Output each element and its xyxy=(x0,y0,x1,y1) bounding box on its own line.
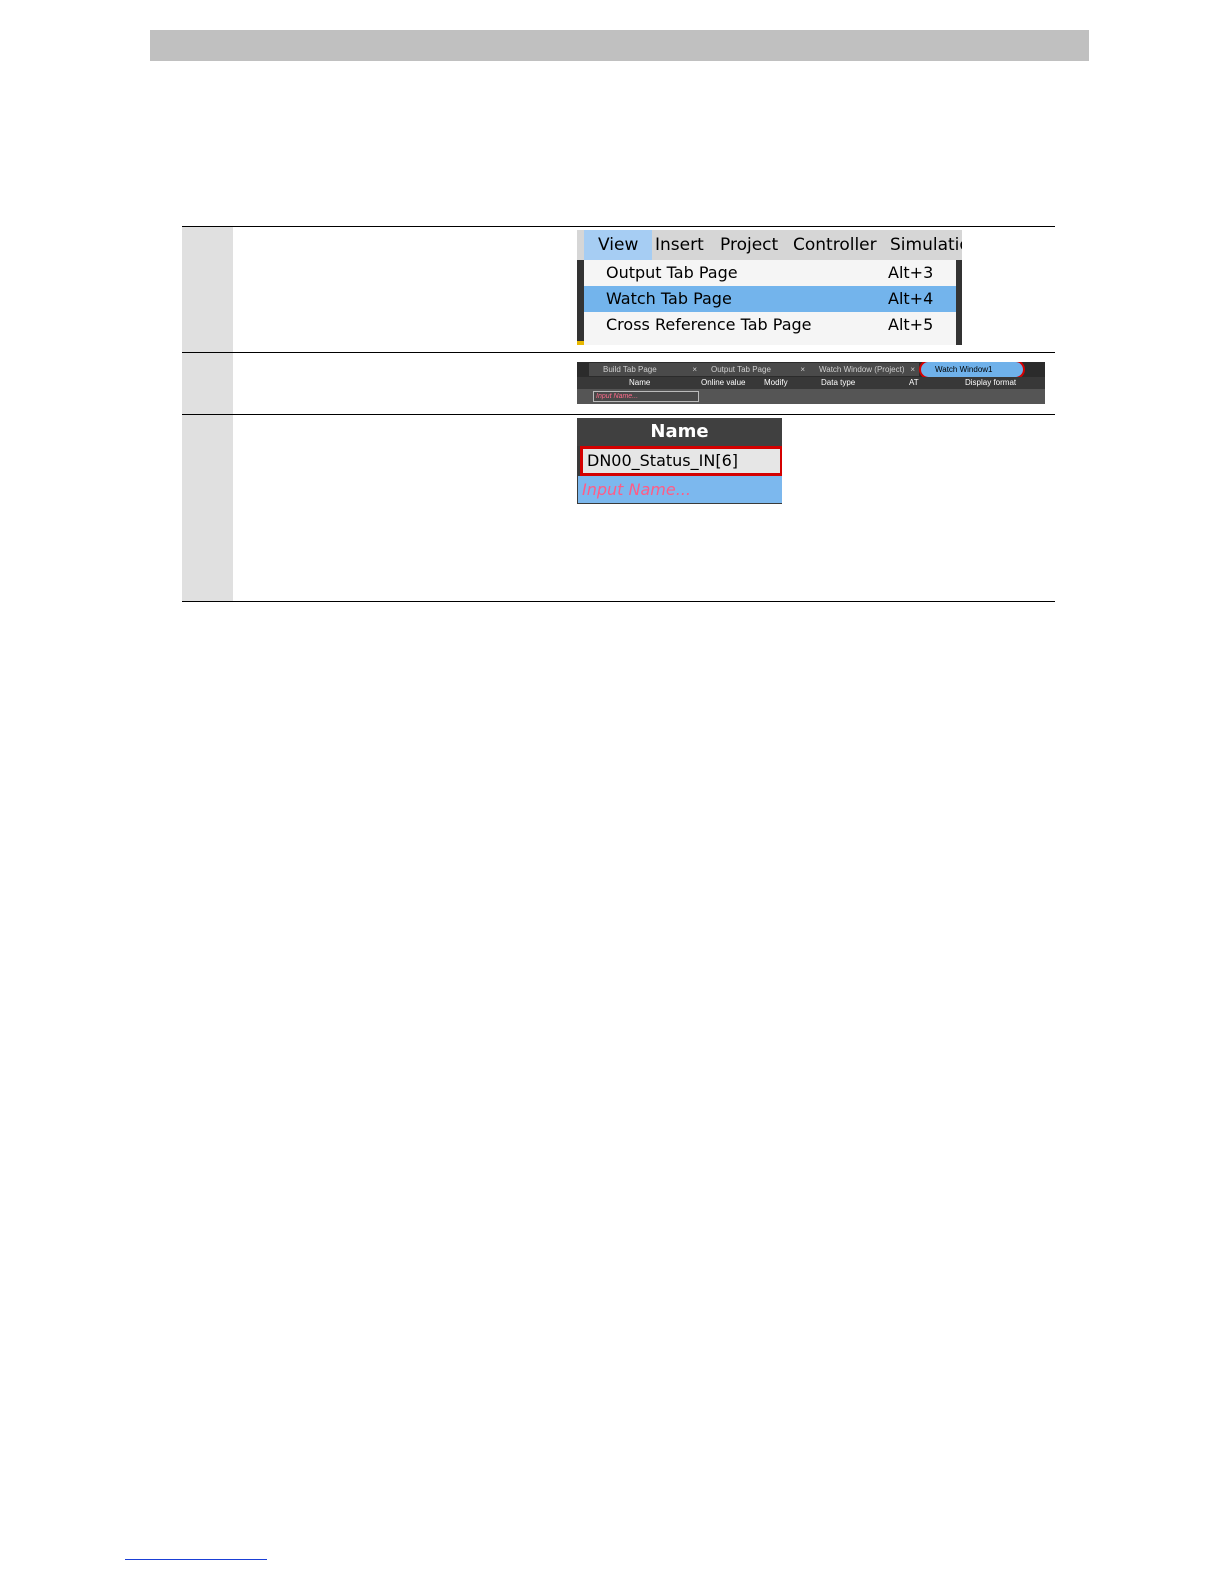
tab-label: Output Tab Page xyxy=(711,365,771,374)
tab-label: Watch Window1 xyxy=(935,365,993,374)
menu-item-shortcut: Alt+5 xyxy=(888,315,934,334)
tab-build[interactable]: Build Tab Page × xyxy=(589,363,701,376)
close-icon[interactable]: × xyxy=(910,363,915,376)
step-number-cell xyxy=(182,353,233,414)
menu-item-label: Cross Reference Tab Page xyxy=(606,315,812,334)
window-edge-accent xyxy=(577,341,584,345)
menu-item-watch-tab-page[interactable]: Watch Tab Page Alt+4 xyxy=(584,286,956,312)
menu-item-label: Output Tab Page xyxy=(606,263,738,282)
view-dropdown: Output Tab Page Alt+3 Watch Tab Page Alt… xyxy=(584,260,956,345)
column-data-type[interactable]: Data type xyxy=(821,378,855,387)
footer-link-underline xyxy=(125,1559,267,1560)
column-modify[interactable]: Modify xyxy=(764,378,788,387)
watch-tab-screenshot: Build Tab Page × Output Tab Page × Watch W… xyxy=(577,362,1045,404)
view-menu-screenshot: View Insert Project Controller Simulati o… xyxy=(577,230,962,345)
section-header-bar xyxy=(150,30,1089,61)
column-name[interactable]: Name xyxy=(629,378,650,387)
step-number-cell xyxy=(182,227,233,352)
tab-strip: Build Tab Page × Output Tab Page × Watch W… xyxy=(577,362,1045,379)
menu-project[interactable]: Project xyxy=(720,235,778,255)
step-row-1: View Insert Project Controller Simulati o… xyxy=(182,227,1055,353)
step-number-cell xyxy=(182,415,233,601)
menu-insert[interactable]: Insert xyxy=(655,235,704,255)
tab-output[interactable]: Output Tab Page × xyxy=(697,363,809,376)
watch-row: Input Name... xyxy=(577,389,1045,404)
column-display-format[interactable]: Display format xyxy=(965,378,1016,387)
menu-item-cross-reference-tab-page[interactable]: Cross Reference Tab Page Alt+5 xyxy=(584,312,956,338)
window-edge xyxy=(577,260,584,345)
step-row-3: Name DN00_Status_IN[6] Input Name... xyxy=(182,415,1055,601)
menu-bar: View Insert Project Controller Simulatio… xyxy=(577,230,962,260)
name-column-header: Name xyxy=(577,418,782,446)
steps-table: View Insert Project Controller Simulati o… xyxy=(182,226,1055,602)
column-at[interactable]: AT xyxy=(909,378,919,387)
tab-watch-window-project[interactable]: Watch Window (Project) × xyxy=(805,363,919,376)
column-online-value[interactable]: Online value xyxy=(701,378,745,387)
column-headers: Name Online value Modify Data type AT Di… xyxy=(577,377,1045,389)
tab-label: Build Tab Page xyxy=(603,365,657,374)
input-name-field[interactable]: Input Name... xyxy=(593,391,699,402)
menu-controller[interactable]: Controller xyxy=(793,235,877,255)
variable-name-cell[interactable]: DN00_Status_IN[6] xyxy=(580,446,782,476)
window-edge xyxy=(956,260,962,345)
menu-view[interactable]: View xyxy=(584,230,653,260)
menu-simulation[interactable]: Simulation xyxy=(890,235,962,255)
step-row-2: Build Tab Page × Output Tab Page × Watch W… xyxy=(182,353,1055,415)
menu-item-output-tab-page[interactable]: Output Tab Page Alt+3 xyxy=(584,260,956,286)
menu-item-shortcut: Alt+3 xyxy=(888,263,934,282)
menu-item-shortcut: Alt+4 xyxy=(888,289,934,308)
menu-item-label: Watch Tab Page xyxy=(606,289,732,308)
tab-label: Watch Window (Project) xyxy=(819,365,905,374)
input-name-field[interactable]: Input Name... xyxy=(578,476,782,503)
name-entry-screenshot: Name DN00_Status_IN[6] Input Name... xyxy=(577,418,782,504)
